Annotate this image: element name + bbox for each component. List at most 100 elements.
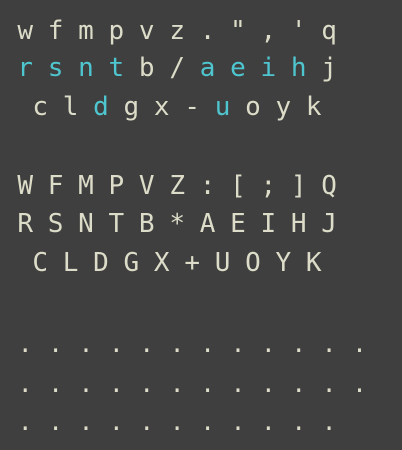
lower-layer-key: f <box>47 16 64 46</box>
dot-layer-key: . <box>352 370 367 398</box>
lower-layer-key: n <box>78 53 94 83</box>
dot-layer-key: . <box>230 408 246 436</box>
dot-layer-key: . <box>139 330 154 358</box>
upper-layer-key: E <box>230 209 246 239</box>
lower-layer-key: , <box>260 16 277 46</box>
dot-layer-key: . <box>17 408 33 436</box>
upper-top-row: W F M P V Z: [;] Q <box>10 169 344 203</box>
dot-layer-key: . <box>200 408 215 436</box>
lower-layer-key: d <box>93 92 109 122</box>
upper-layer-key: ] <box>290 171 307 201</box>
upper-layer-key: Z <box>169 171 185 201</box>
upper-home-row: R S N T B * A E I H J <box>10 207 344 241</box>
upper-layer-key: Q <box>321 171 337 201</box>
lower-layer-key: y <box>275 92 292 122</box>
dot-row-3: ........... <box>10 405 344 439</box>
upper-layer-key: R <box>17 209 34 239</box>
dot-layer-key: . <box>352 330 367 358</box>
dot-layer-key: . <box>109 330 124 358</box>
lower-layer-key: v <box>138 16 155 46</box>
upper-layer-key: + <box>184 248 200 278</box>
upper-layer-key: I <box>260 209 277 239</box>
upper-layer-key: M <box>78 171 94 201</box>
dot-layer-key: . <box>169 370 185 398</box>
dot-row-1: ............ <box>10 327 375 361</box>
lower-layer-key: x <box>153 92 170 122</box>
lower-layer-key: l <box>62 92 79 122</box>
upper-layer-key: A <box>199 209 216 239</box>
dot-layer-key: . <box>78 330 94 358</box>
lower-layer-key: " <box>230 16 246 46</box>
lower-layer-key: t <box>108 53 125 83</box>
lower-layer-key: w <box>17 16 34 46</box>
lower-layer-key: a <box>199 53 216 83</box>
lower-layer-key: u <box>214 92 231 122</box>
dot-layer-key: . <box>109 370 124 398</box>
upper-layer-key: T <box>108 209 125 239</box>
upper-bottom-row: C L D G X + U O Y K <box>25 246 329 280</box>
upper-layer-key: : <box>199 171 216 201</box>
upper-layer-key: H <box>290 209 307 239</box>
dot-layer-key: . <box>321 330 337 358</box>
lower-layer-key: q <box>321 16 337 46</box>
upper-layer-key: Y <box>275 248 292 278</box>
lower-layer-key: b <box>138 53 155 83</box>
dot-layer-key: . <box>109 408 124 436</box>
lower-layer-key: r <box>17 53 34 83</box>
dot-layer-key: . <box>291 370 306 398</box>
lower-layer-key: i <box>260 53 277 83</box>
lower-bottom-row: cldgx-uoyk <box>25 90 329 124</box>
upper-layer-key: F <box>47 171 64 201</box>
dot-layer-key: . <box>230 370 246 398</box>
dot-layer-key: . <box>230 330 246 358</box>
dot-layer-key: . <box>48 408 63 436</box>
upper-layer-key: W <box>17 171 34 201</box>
dot-layer-key: . <box>169 408 185 436</box>
upper-layer-key: U <box>214 248 231 278</box>
lower-layer-key: m <box>78 16 94 46</box>
dot-layer-key: . <box>261 330 276 358</box>
dot-layer-key: . <box>261 370 276 398</box>
dot-layer-key: . <box>139 408 154 436</box>
lower-layer-key: g <box>123 92 140 122</box>
dot-layer-key: . <box>321 408 337 436</box>
dot-layer-key: . <box>200 370 215 398</box>
dot-layer-key: . <box>291 330 306 358</box>
dot-layer-key: . <box>321 370 337 398</box>
upper-layer-key: [ <box>230 171 246 201</box>
upper-layer-key: N <box>78 209 94 239</box>
lower-layer-key: c <box>32 92 49 122</box>
lower-top-row: w f m p v z. ", ' q <box>10 14 344 48</box>
dot-layer-key: . <box>17 330 33 358</box>
upper-layer-key: V <box>138 171 155 201</box>
dot-layer-key: . <box>169 330 185 358</box>
dot-layer-key: . <box>48 370 63 398</box>
upper-layer-key: * <box>169 209 185 239</box>
dot-layer-key: . <box>17 370 33 398</box>
lower-layer-key: . <box>199 16 216 46</box>
lower-layer-key: / <box>169 53 185 83</box>
dot-layer-key: . <box>200 330 215 358</box>
upper-layer-key: C <box>32 248 49 278</box>
upper-layer-key: K <box>305 248 322 278</box>
lower-layer-key: s <box>47 53 64 83</box>
upper-layer-key: ; <box>260 171 277 201</box>
upper-layer-key: S <box>47 209 64 239</box>
dot-layer-key: . <box>78 408 94 436</box>
dot-layer-key: . <box>48 330 63 358</box>
lower-layer-key: e <box>230 53 246 83</box>
upper-layer-key: P <box>108 171 125 201</box>
upper-layer-key: B <box>138 209 155 239</box>
dot-layer-key: . <box>261 408 276 436</box>
dot-row-2: ............ <box>10 367 375 401</box>
upper-layer-key: O <box>245 248 261 278</box>
upper-layer-key: L <box>62 248 79 278</box>
upper-layer-key: J <box>321 209 337 239</box>
lower-layer-key: p <box>108 16 125 46</box>
dot-layer-key: . <box>78 370 94 398</box>
dot-layer-key: . <box>291 408 306 436</box>
dot-layer-key: . <box>139 370 154 398</box>
upper-layer-key: G <box>123 248 140 278</box>
lower-layer-key: k <box>305 92 322 122</box>
keyboard-layout-diagram: w f m p v z. ", ' q r s n t b / a e i h j cldgx-uoyk WFMPV… <box>0 0 402 450</box>
